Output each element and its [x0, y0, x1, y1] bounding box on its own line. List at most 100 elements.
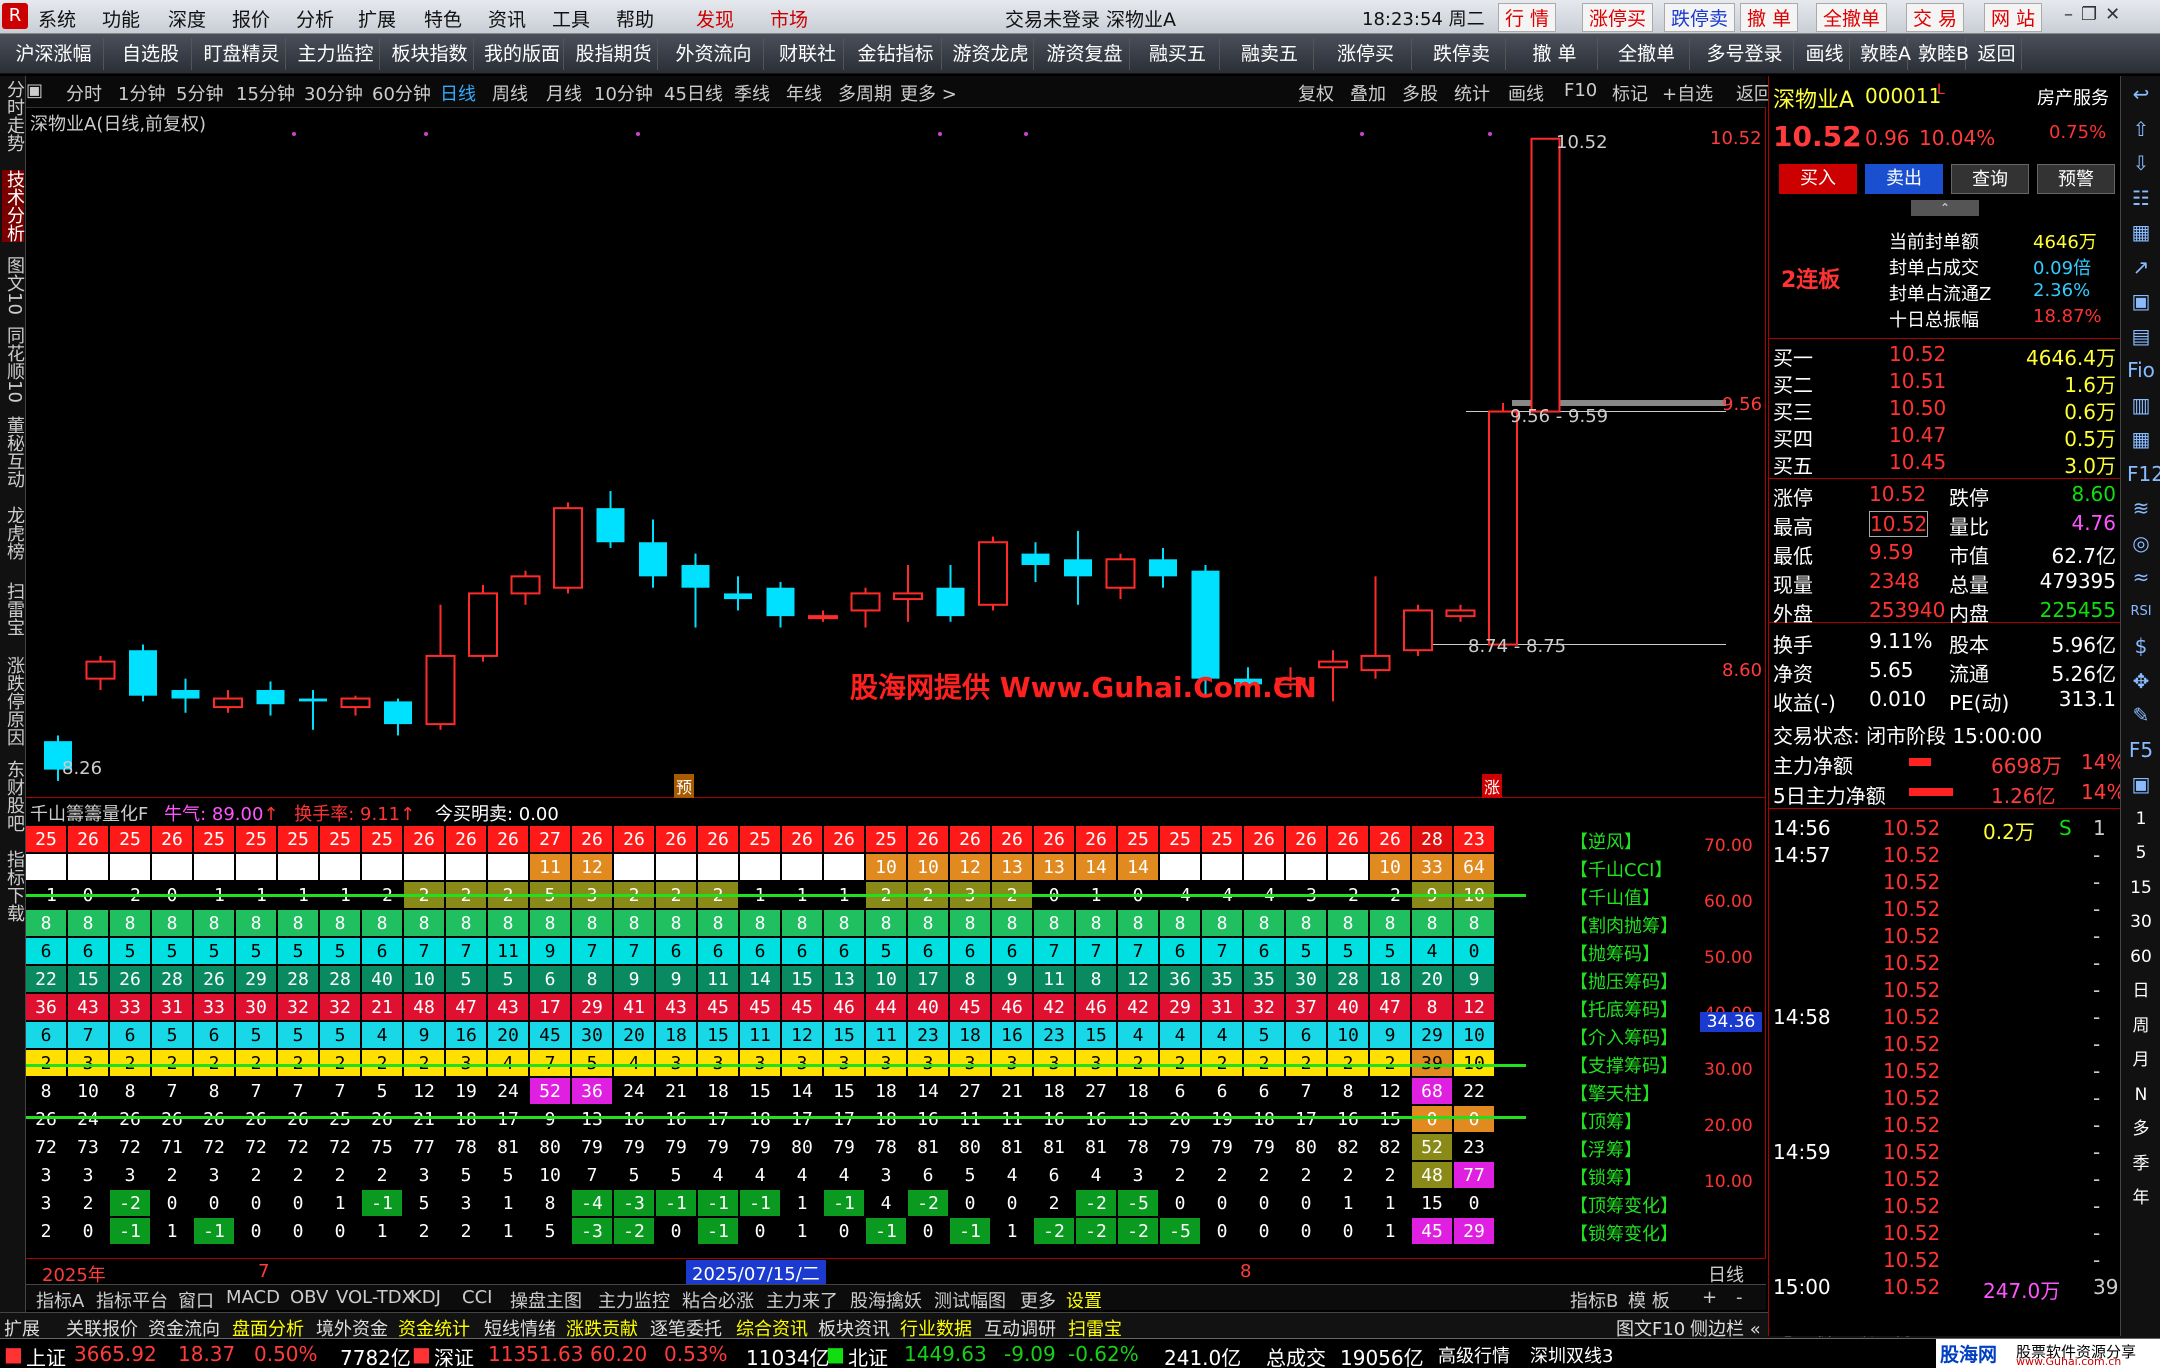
period-right-6[interactable]: 标记 — [1612, 80, 1648, 106]
right-tool-7-icon[interactable]: ▤ — [2127, 322, 2155, 350]
toolbar-button-10[interactable]: 游资龙虎 — [948, 38, 1034, 70]
right-tool-25-icon[interactable]: 60 — [2127, 943, 2155, 971]
menu-5[interactable]: 扩展 — [358, 5, 396, 32]
right-tool-19-icon[interactable]: F5 — [2127, 736, 2155, 764]
period-7[interactable]: 周线 — [492, 80, 528, 106]
right-tool-15-icon[interactable]: RSI — [2127, 598, 2155, 626]
toolbar-button-4[interactable]: 板块指数 — [386, 38, 474, 70]
candle[interactable] — [1445, 604, 1476, 622]
toolbar-button-0[interactable]: 沪深涨幅 — [4, 38, 104, 70]
period-right-3[interactable]: 统计 — [1454, 80, 1490, 106]
toolbar-button-16[interactable]: 撤 单 — [1512, 38, 1598, 70]
period-3[interactable]: 15分钟 — [236, 80, 295, 106]
candle[interactable] — [468, 584, 498, 662]
indicator-tab-10[interactable]: 粘合必涨 — [682, 1287, 754, 1313]
right-tool-6-icon[interactable]: ▣ — [2127, 287, 2155, 315]
right-tool-9-icon[interactable]: ▥ — [2127, 391, 2155, 419]
period-4[interactable]: 30分钟 — [304, 80, 363, 106]
candle[interactable] — [1064, 530, 1092, 605]
period-right-1[interactable]: 叠加 — [1350, 80, 1386, 106]
indicator-tab-5[interactable]: VOL-TDX — [336, 1287, 414, 1308]
candle[interactable] — [553, 502, 583, 594]
left-tab-2[interactable]: 图文10 — [2, 256, 25, 315]
indicator-tab-12[interactable]: 股海擒妖 — [850, 1287, 922, 1313]
period-6[interactable]: 日线 — [440, 80, 476, 106]
toolbar-button-12[interactable]: 融买五 — [1136, 38, 1220, 70]
right-tool-8-icon[interactable]: Fio — [2127, 356, 2155, 384]
toolbar-button-1[interactable]: 自选股 — [110, 38, 192, 70]
indicator-tab-0[interactable]: 指标A — [36, 1287, 84, 1313]
left-tab-6[interactable]: 扫雷宝 — [2, 582, 25, 636]
candle[interactable] — [171, 678, 200, 713]
toolbar-button-17[interactable]: 全撤单 — [1604, 38, 1690, 70]
toolbar-button-15[interactable]: 跌停卖 — [1418, 38, 1506, 70]
period-0[interactable]: 分时 — [66, 80, 102, 106]
window-controls[interactable]: –❐✕ — [2064, 4, 2158, 30]
candle[interactable] — [1105, 553, 1136, 600]
toolbar-button-9[interactable]: 金钻指标 — [850, 38, 942, 70]
toolbar-button-22[interactable]: 返回 — [1972, 38, 2022, 70]
candle[interactable] — [1360, 576, 1391, 679]
toolbar-button-19[interactable]: 画线 — [1800, 38, 1850, 70]
indicator-tab-3[interactable]: MACD — [226, 1287, 280, 1308]
candle[interactable] — [213, 690, 243, 713]
right-tool-29-icon[interactable]: N — [2127, 1081, 2155, 1109]
right-tool-18-icon[interactable]: ✎ — [2127, 701, 2155, 729]
right-tool-26-icon[interactable]: 日 — [2127, 977, 2155, 1005]
right-tool-31-icon[interactable]: 季 — [2127, 1150, 2155, 1178]
menu-4[interactable]: 分析 — [296, 5, 334, 32]
market-line[interactable]: 深圳双线3 — [1530, 1342, 1613, 1368]
right-tool-22-icon[interactable]: 5 — [2127, 839, 2155, 867]
candle[interactable] — [510, 570, 541, 605]
candle[interactable] — [1403, 604, 1433, 656]
left-tab-9[interactable]: 指标下载 — [2, 850, 25, 922]
candle[interactable] — [893, 564, 923, 622]
indicator-tab-14[interactable]: 更多 — [1020, 1287, 1056, 1313]
candle[interactable] — [1488, 403, 1518, 646]
candle[interactable] — [1530, 137, 1561, 413]
indicator-right-3[interactable]: - — [1736, 1287, 1743, 1308]
menu-9[interactable]: 帮助 — [616, 5, 654, 32]
indicator-right-2[interactable]: + — [1702, 1287, 1717, 1308]
candle[interactable] — [129, 644, 157, 702]
toolbar-button-5[interactable]: 我的版面 — [480, 38, 564, 70]
candle[interactable] — [1318, 650, 1348, 702]
indicator-tab-6[interactable]: KDJ — [410, 1287, 441, 1308]
right-tool-2-icon[interactable]: ⇩ — [2127, 149, 2155, 177]
menubar-right-0[interactable]: 行 情 — [1498, 3, 1557, 32]
candle[interactable] — [681, 553, 710, 628]
toolbar-button-7[interactable]: 外资流向 — [664, 38, 764, 70]
right-tool-16-icon[interactable]: $ — [2127, 632, 2155, 660]
indicator-tab-1[interactable]: 指标平台 — [96, 1287, 168, 1313]
left-tab-8[interactable]: 东财股吧 — [2, 760, 25, 832]
right-tool-13-icon[interactable]: ◎ — [2127, 529, 2155, 557]
period-right-7[interactable]: +自选 — [1662, 80, 1713, 106]
right-tool-3-icon[interactable]: ☷ — [2127, 184, 2155, 212]
candle[interactable] — [1021, 542, 1050, 583]
candle[interactable] — [1149, 547, 1177, 588]
period-toggle-icon[interactable]: ▣ — [26, 80, 43, 101]
right-tool-24-icon[interactable]: 30 — [2127, 908, 2155, 936]
menu-7[interactable]: 资讯 — [488, 5, 526, 32]
right-tool-14-icon[interactable]: ≈ — [2127, 563, 2155, 591]
period-1[interactable]: 1分钟 — [118, 80, 165, 106]
menu-0[interactable]: 系统 — [38, 5, 76, 32]
alert-button[interactable]: 预警 — [2037, 164, 2115, 194]
toolbar-button-8[interactable]: 财联社 — [772, 38, 844, 70]
menu-8[interactable]: 工具 — [552, 5, 590, 32]
left-tab-1[interactable]: 技术分析 — [2, 170, 25, 242]
indicator-tab-13[interactable]: 测试幅图 — [934, 1287, 1006, 1313]
menubar-right-5[interactable]: 交 易 — [1906, 3, 1965, 32]
right-tool-27-icon[interactable]: 周 — [2127, 1012, 2155, 1040]
right-tool-28-icon[interactable]: 月 — [2127, 1046, 2155, 1074]
indicator-tab-7[interactable]: CCI — [462, 1287, 492, 1308]
menubar-right-4[interactable]: 全撤单 — [1816, 3, 1888, 32]
indicator-tab-15[interactable]: 设置 — [1066, 1287, 1102, 1313]
period-right-2[interactable]: 多股 — [1402, 80, 1438, 106]
sub-chart[interactable]: 千山籌籌量化F 牛气: 89.00↑ 换手率: 9.11↑ 今买明卖: 0.00… — [26, 798, 1766, 1258]
app-logo[interactable]: R — [2, 3, 28, 29]
toolbar-button-13[interactable]: 融卖五 — [1226, 38, 1314, 70]
right-tool-32-icon[interactable]: 年 — [2127, 1184, 2155, 1212]
menu-6[interactable]: 特色 — [424, 5, 462, 32]
toolbar-button-14[interactable]: 涨停买 — [1320, 38, 1412, 70]
